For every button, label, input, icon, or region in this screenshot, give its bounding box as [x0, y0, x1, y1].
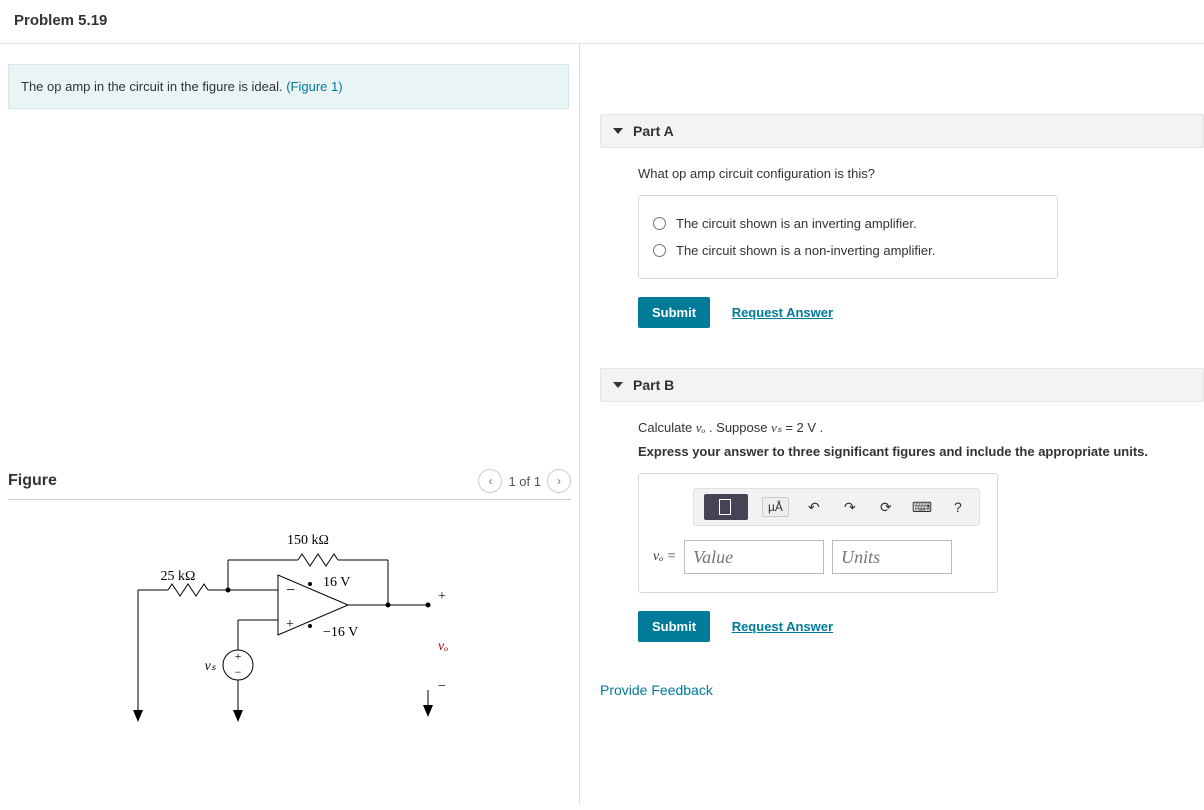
reset-icon[interactable]: ⟳ — [875, 496, 897, 518]
provide-feedback-link[interactable]: Provide Feedback — [600, 682, 713, 698]
request-answer-link[interactable]: Request Answer — [732, 305, 833, 320]
caret-down-icon — [613, 382, 623, 388]
figure-heading: Figure — [8, 472, 57, 490]
part-b-question: Calculate vₒ . Suppose vₛ = 2 V . — [638, 420, 1204, 436]
answer-box: µÅ ↶ ↷ ⟳ ⌨ ? vₒ = — [638, 473, 998, 593]
circuit-figure: 150 kΩ 25 kΩ − — [128, 530, 571, 753]
prompt-text: The op amp in the circuit in the figure … — [21, 79, 286, 94]
svg-text:16 V: 16 V — [323, 575, 350, 590]
request-answer-link[interactable]: Request Answer — [732, 619, 833, 634]
svg-text:vₛ: vₛ — [205, 659, 217, 674]
svg-text:+: + — [235, 649, 242, 663]
mc-option-label: The circuit shown is an inverting amplif… — [676, 216, 917, 231]
q-text: . Suppose — [709, 420, 771, 435]
submit-button[interactable]: Submit — [638, 611, 710, 642]
eq-eq: = — [663, 549, 676, 564]
figure-pager: ‹ 1 of 1 › — [478, 469, 571, 493]
figure-link[interactable]: (Figure 1) — [286, 79, 342, 94]
part-a-title: Part A — [633, 123, 674, 139]
eq-label: vₒ = — [653, 549, 676, 565]
svg-text:−16 V: −16 V — [323, 625, 358, 640]
mc-option[interactable]: The circuit shown is a non-inverting amp… — [653, 237, 1043, 264]
mc-option[interactable]: The circuit shown is an inverting amplif… — [653, 210, 1043, 237]
value-input[interactable] — [684, 540, 824, 574]
submit-button[interactable]: Submit — [638, 297, 710, 328]
formula-toolbar: µÅ ↶ ↷ ⟳ ⌨ ? — [693, 488, 980, 526]
answer-hint: Express your answer to three significant… — [638, 444, 1204, 459]
radio-option-2[interactable] — [653, 244, 666, 257]
q-text: = 2 V . — [785, 420, 823, 435]
svg-text:vₒ: vₒ — [438, 639, 448, 654]
units-input[interactable] — [832, 540, 952, 574]
svg-text:150 kΩ: 150 kΩ — [287, 533, 329, 548]
q-var-vs: vₛ — [771, 420, 782, 435]
svg-text:+: + — [286, 617, 294, 632]
svg-text:+: + — [438, 589, 446, 604]
caret-down-icon — [613, 128, 623, 134]
pager-next-button[interactable]: › — [547, 469, 571, 493]
part-a-header[interactable]: Part A — [600, 114, 1204, 148]
page-title: Problem 5.19 — [14, 12, 1190, 29]
svg-text:−: − — [438, 679, 446, 694]
svg-text:−: − — [286, 582, 295, 599]
undo-icon[interactable]: ↶ — [803, 496, 825, 518]
radio-option-1[interactable] — [653, 217, 666, 230]
pager-prev-button[interactable]: ‹ — [478, 469, 502, 493]
part-a-question: What op amp circuit configuration is thi… — [638, 166, 1204, 181]
part-b-title: Part B — [633, 377, 674, 393]
pager-text: 1 of 1 — [508, 474, 541, 489]
eq-var: vₒ — [653, 549, 663, 564]
multiple-choice-box: The circuit shown is an inverting amplif… — [638, 195, 1058, 279]
q-var-vo: vₒ — [696, 420, 705, 435]
svg-text:25 kΩ: 25 kΩ — [161, 569, 196, 584]
units-micro-icon[interactable]: µÅ — [762, 497, 789, 517]
mc-option-label: The circuit shown is a non-inverting amp… — [676, 243, 935, 258]
template-icon[interactable] — [704, 494, 748, 520]
help-icon[interactable]: ? — [947, 496, 969, 518]
part-b-header[interactable]: Part B — [600, 368, 1204, 402]
problem-prompt: The op amp in the circuit in the figure … — [8, 64, 569, 109]
svg-text:−: − — [235, 665, 242, 679]
redo-icon[interactable]: ↷ — [839, 496, 861, 518]
q-text: Calculate — [638, 420, 696, 435]
keyboard-icon[interactable]: ⌨ — [911, 496, 933, 518]
